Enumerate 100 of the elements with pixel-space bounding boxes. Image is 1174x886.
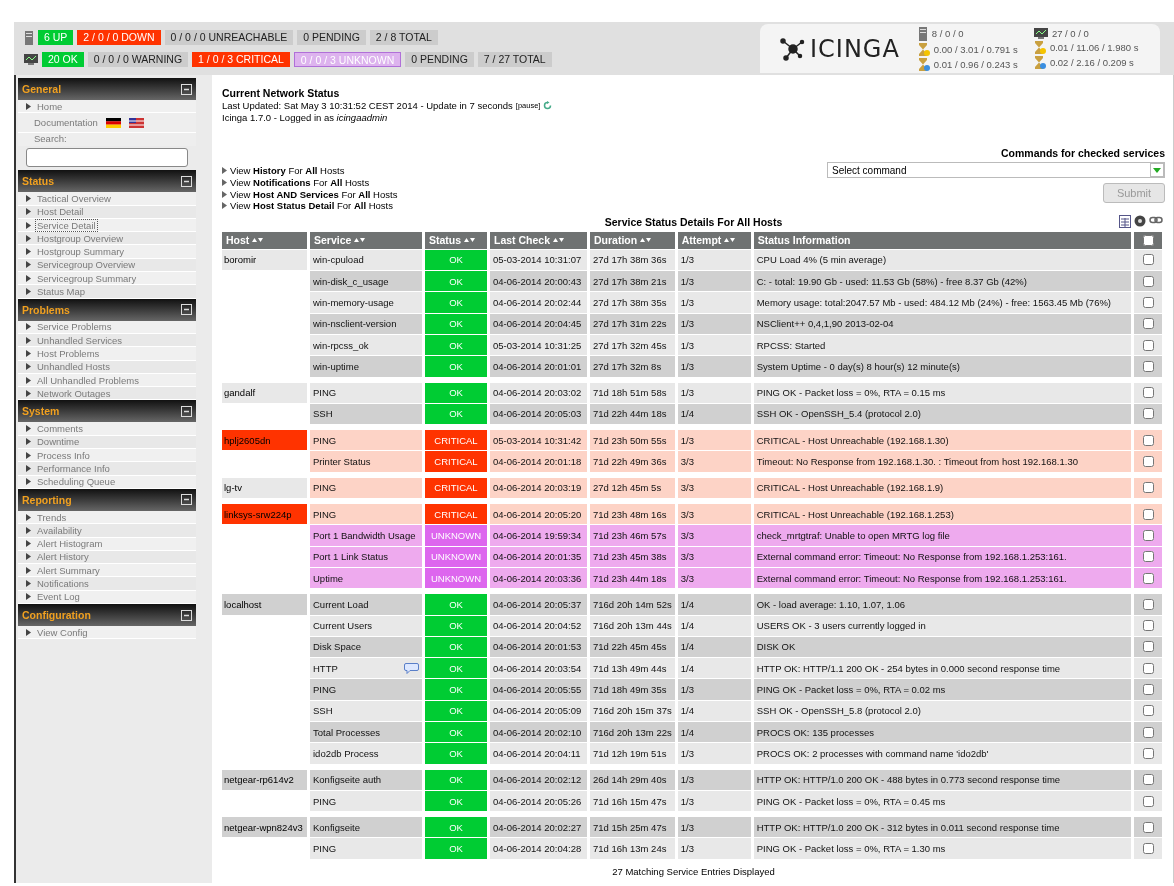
- column-header[interactable]: Service: [310, 231, 422, 249]
- section-header[interactable]: General: [18, 78, 196, 100]
- host-cell[interactable]: lg-tv: [222, 477, 307, 498]
- service-cell[interactable]: PING: [310, 477, 422, 498]
- nav-link[interactable]: Service Detail: [35, 218, 98, 232]
- service-cell[interactable]: PING: [310, 504, 422, 525]
- service-cell[interactable]: SSH: [310, 403, 422, 425]
- host-count-badge[interactable]: 0 / 0 / 0 UNREACHABLE: [164, 30, 294, 45]
- view-link[interactable]: View Host AND Services For All Hosts: [230, 188, 398, 200]
- row-checkbox[interactable]: [1142, 508, 1154, 520]
- section-header[interactable]: System: [18, 400, 196, 423]
- service-cell[interactable]: ido2db Process: [310, 743, 422, 764]
- host-count-badge[interactable]: 0 PENDING: [297, 30, 366, 45]
- host-cell[interactable]: linksys-srw224p: [222, 504, 307, 525]
- service-count-badge[interactable]: 7 / 27 TOTAL: [477, 52, 552, 67]
- service-cell[interactable]: Port 1 Link Status: [310, 546, 422, 567]
- collapse-icon[interactable]: [181, 83, 192, 95]
- section-header[interactable]: Problems: [18, 298, 196, 321]
- nav-link[interactable]: Unhandled Hosts: [35, 360, 112, 374]
- service-cell[interactable]: win-nsclient-version: [310, 313, 422, 334]
- service-cell[interactable]: PING: [310, 679, 422, 700]
- row-checkbox[interactable]: [1142, 726, 1154, 738]
- sort-icon[interactable]: [640, 237, 652, 244]
- host-cell[interactable]: boromir: [222, 249, 307, 271]
- section-header[interactable]: Status: [18, 170, 196, 193]
- sort-icon[interactable]: [354, 237, 366, 244]
- collapse-icon[interactable]: [181, 304, 192, 316]
- host-count-badge[interactable]: 2 / 8 TOTAL: [369, 30, 438, 45]
- nav-link[interactable]: Status Map: [35, 285, 88, 299]
- row-checkbox[interactable]: [1142, 408, 1154, 420]
- nav-link[interactable]: Unhandled Services: [35, 333, 125, 347]
- select-all-checkbox[interactable]: [1142, 234, 1154, 246]
- spreadsheet-icon[interactable]: [1119, 214, 1131, 228]
- row-checkbox[interactable]: [1142, 387, 1154, 399]
- host-cell[interactable]: hplj2605dn: [222, 430, 307, 451]
- row-checkbox[interactable]: [1142, 821, 1154, 833]
- host-count-badge[interactable]: 2 / 0 / 0 DOWN: [77, 30, 161, 45]
- service-cell[interactable]: Konfigseite auth: [310, 769, 422, 790]
- comment-icon[interactable]: [404, 662, 419, 674]
- row-checkbox[interactable]: [1142, 551, 1154, 563]
- sort-icon[interactable]: [252, 237, 264, 244]
- service-cell[interactable]: Current Users: [310, 615, 422, 636]
- command-select[interactable]: Select command: [827, 162, 1165, 178]
- row-checkbox[interactable]: [1142, 434, 1154, 446]
- service-cell[interactable]: PING: [310, 838, 422, 859]
- view-link[interactable]: View Notifications For All Hosts: [230, 177, 370, 189]
- column-header[interactable]: Attempt: [677, 231, 751, 249]
- row-checkbox[interactable]: [1142, 795, 1154, 807]
- service-cell[interactable]: Konfigseite: [310, 817, 422, 838]
- view-link[interactable]: View Host Status Detail For All Hosts: [230, 200, 393, 212]
- service-cell[interactable]: PING: [310, 790, 422, 812]
- nav-link[interactable]: Notifications: [35, 577, 91, 591]
- nav-link[interactable]: Hostgroup Overview: [35, 231, 126, 245]
- service-cell[interactable]: win-uptime: [310, 356, 422, 377]
- host-cell[interactable]: gandalf: [222, 382, 307, 403]
- section-header[interactable]: Configuration: [18, 604, 196, 626]
- row-checkbox[interactable]: [1142, 705, 1154, 717]
- sort-icon[interactable]: [553, 237, 565, 244]
- section-header[interactable]: Reporting: [18, 488, 196, 511]
- english-flag-icon[interactable]: [128, 117, 144, 128]
- german-flag-icon[interactable]: [105, 117, 121, 128]
- nav-link[interactable]: Documentation: [34, 117, 98, 129]
- row-checkbox[interactable]: [1142, 254, 1154, 266]
- row-checkbox[interactable]: [1142, 456, 1154, 468]
- row-checkbox[interactable]: [1142, 774, 1154, 786]
- row-checkbox[interactable]: [1142, 572, 1154, 584]
- service-cell[interactable]: HTTP: [310, 658, 422, 679]
- service-count-badge[interactable]: 0 / 0 / 0 WARNING: [87, 52, 189, 67]
- row-checkbox[interactable]: [1142, 747, 1154, 759]
- service-cell[interactable]: win-cpuload: [310, 249, 422, 271]
- row-checkbox[interactable]: [1142, 620, 1154, 632]
- collapse-icon[interactable]: [181, 175, 192, 187]
- service-cell[interactable]: Current Load: [310, 594, 422, 615]
- column-header[interactable]: Status: [425, 231, 487, 249]
- service-cell[interactable]: Uptime: [310, 567, 422, 589]
- link-icon[interactable]: [1149, 214, 1163, 225]
- nav-link[interactable]: Home: [35, 99, 65, 113]
- row-checkbox[interactable]: [1142, 843, 1154, 855]
- service-cell[interactable]: Port 1 Bandwidth Usage: [310, 525, 422, 546]
- row-checkbox[interactable]: [1142, 297, 1154, 308]
- nav-link[interactable]: Servicegroup Overview: [35, 258, 138, 272]
- row-checkbox[interactable]: [1142, 598, 1154, 610]
- search-field[interactable]: [26, 148, 188, 168]
- service-cell[interactable]: win-memory-usage: [310, 292, 422, 313]
- sort-icon[interactable]: [464, 237, 476, 244]
- nav-link[interactable]: Availability: [35, 523, 84, 537]
- service-cell[interactable]: PING: [310, 382, 422, 403]
- host-cell[interactable]: netgear-wpn824v3: [222, 817, 307, 838]
- column-header[interactable]: Last Check: [490, 231, 587, 249]
- row-checkbox[interactable]: [1142, 360, 1154, 372]
- column-header[interactable]: Duration: [590, 231, 675, 249]
- collapse-icon[interactable]: [181, 609, 192, 621]
- service-count-badge[interactable]: 0 PENDING: [405, 52, 474, 67]
- nav-link[interactable]: Downtime: [35, 435, 82, 449]
- row-checkbox[interactable]: [1142, 641, 1154, 653]
- service-cell[interactable]: Total Processes: [310, 722, 422, 743]
- refresh-icon[interactable]: [543, 101, 553, 110]
- row-checkbox[interactable]: [1142, 662, 1154, 674]
- row-checkbox[interactable]: [1142, 482, 1154, 494]
- column-header[interactable]: Host: [222, 231, 307, 249]
